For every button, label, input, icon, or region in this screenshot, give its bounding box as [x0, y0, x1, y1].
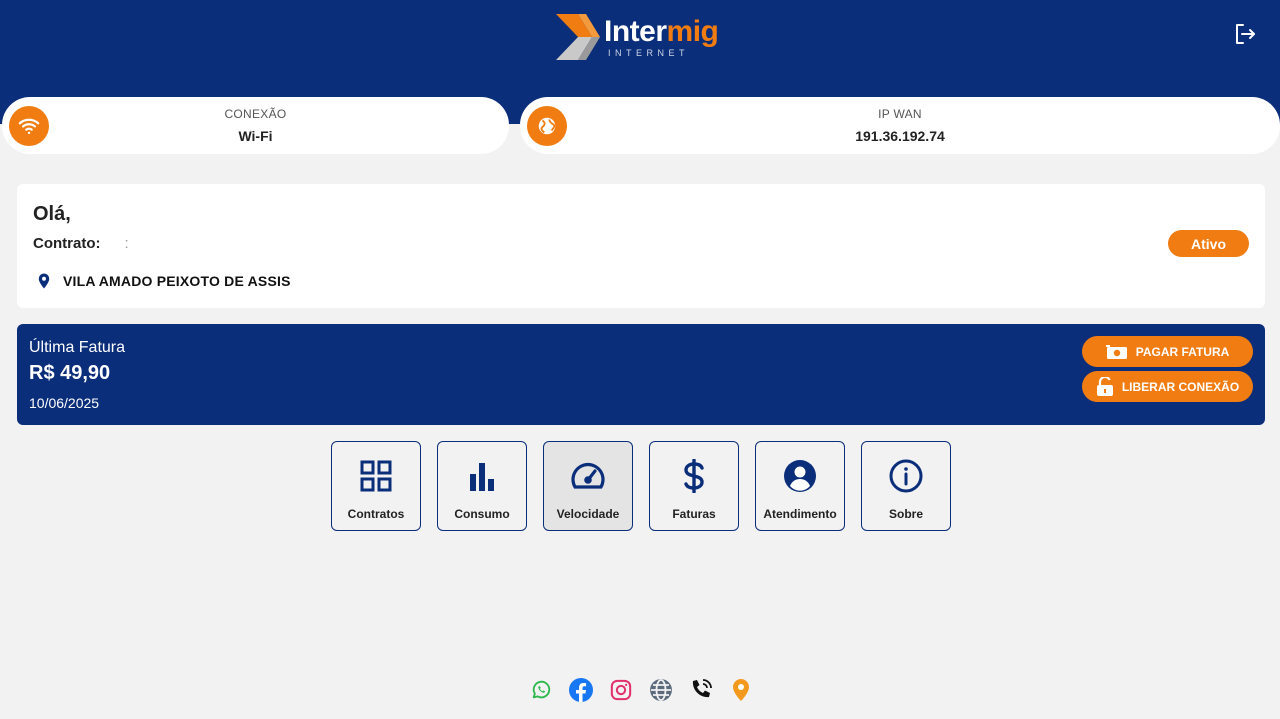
menu-contratos-label: Contratos — [347, 507, 405, 521]
menu-velocidade[interactable]: Velocidade — [543, 441, 633, 531]
menu-consumo[interactable]: Consumo — [437, 441, 527, 531]
menu-sobre-label: Sobre — [888, 507, 923, 521]
logo-mark-icon — [556, 14, 600, 60]
location-icon[interactable] — [729, 677, 753, 703]
menu-atendimento-label: Atendimento — [763, 507, 837, 521]
logout-icon[interactable] — [1233, 22, 1257, 46]
instagram-icon[interactable] — [609, 677, 633, 703]
grid-icon — [360, 460, 392, 492]
unlock-connection-label: LIBERAR CONEXÃO — [1121, 379, 1240, 394]
menu-faturas[interactable]: Faturas — [649, 441, 739, 531]
connection-card: CONEXÃO Wi-Fi — [2, 97, 509, 154]
greeting: Olá, — [33, 203, 71, 225]
menu-velocidade-label: Velocidade — [556, 507, 620, 521]
connection-value: Wi-Fi — [238, 128, 273, 144]
menu-consumo-label: Consumo — [454, 507, 510, 521]
menu-contratos[interactable]: Contratos — [331, 441, 421, 531]
address-text: VILA AMADO PEIXOTO DE ASSIS — [63, 273, 291, 289]
location-pin-icon — [38, 273, 50, 289]
wan-value: 191.36.192.74 — [855, 128, 945, 144]
pay-invoice-button[interactable]: PAGAR FATURA — [1082, 336, 1253, 367]
speedometer-icon — [571, 462, 605, 489]
address-row: VILA AMADO PEIXOTO DE ASSIS — [35, 271, 291, 291]
user-circle-icon — [784, 460, 816, 492]
connection-label: CONEXÃO — [224, 107, 287, 121]
user-card: Olá, Contrato:: VILA AMADO PEIXOTO DE AS… — [17, 184, 1265, 308]
money-icon — [1105, 344, 1128, 360]
menu-atendimento[interactable]: Atendimento — [755, 441, 845, 531]
wan-label: IP WAN — [878, 107, 922, 121]
pay-invoice-label: PAGAR FATURA — [1135, 344, 1230, 359]
brand-name-part1: Inter — [604, 14, 667, 48]
facebook-icon[interactable] — [569, 677, 593, 703]
menu-sobre[interactable]: Sobre — [861, 441, 951, 531]
invoice-title: Última Fatura — [29, 339, 126, 356]
contract-row: Contrato:: — [33, 235, 129, 252]
contract-value: : — [124, 235, 129, 252]
status-badge: Ativo — [1168, 230, 1249, 257]
invoice-amount: R$ 49,90 — [29, 362, 111, 384]
globe-icon[interactable] — [649, 677, 673, 703]
brand-name-part2: mig — [666, 14, 719, 48]
intermig-logo: Intermig INTERNET — [556, 13, 719, 61]
whatsapp-icon[interactable] — [529, 677, 553, 703]
wan-card: IP WAN 191.36.192.74 — [520, 97, 1280, 154]
unlock-connection-button[interactable]: LIBERAR CONEXÃO — [1082, 371, 1253, 402]
invoice-date: 10/06/2025 — [29, 395, 100, 411]
contract-label: Contrato: — [33, 235, 101, 252]
info-icon — [889, 459, 923, 493]
bar-chart-icon — [470, 463, 494, 491]
social-links — [529, 677, 753, 703]
dollar-icon — [684, 459, 704, 493]
brand-subtitle: INTERNET — [608, 47, 689, 58]
invoice-card: Última Fatura R$ 49,90 10/06/2025 PAGAR … — [17, 324, 1265, 425]
menu-faturas-label: Faturas — [672, 507, 716, 521]
phone-icon[interactable] — [689, 677, 713, 703]
unlock-icon — [1096, 376, 1114, 397]
main-menu: Contratos Consumo Velocidade Faturas Ate… — [331, 441, 951, 531]
